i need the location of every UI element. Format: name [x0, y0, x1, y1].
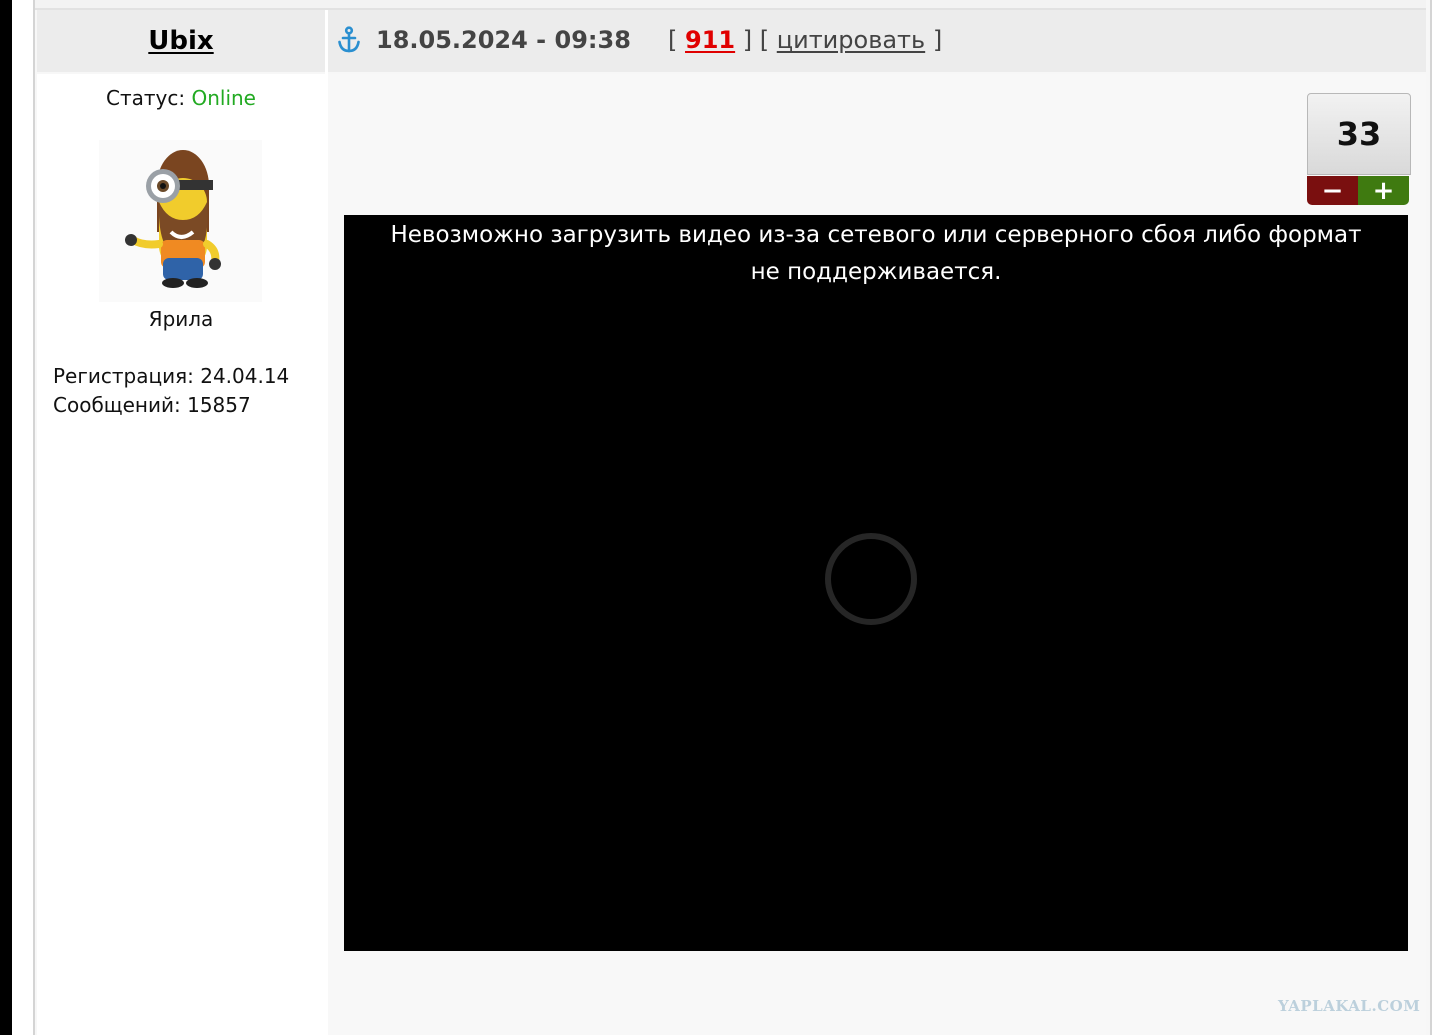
post-number-link[interactable]: 911	[685, 26, 735, 54]
post-date: 18.05.2024 - 09:38	[376, 26, 631, 54]
post-actions: [ 911 ] [ цитировать ]	[668, 26, 942, 54]
post-header-author: Ubix	[37, 10, 325, 72]
site-watermark: YAPLAKAL.COM	[1278, 997, 1421, 1015]
messages-label: Сообщений:	[53, 393, 181, 417]
registration-value: 24.04.14	[200, 364, 290, 388]
column-divider	[325, 10, 328, 1035]
username-link[interactable]: Ubix	[148, 26, 213, 56]
minion-avatar	[125, 150, 221, 288]
registration-label: Регистрация:	[53, 364, 194, 388]
status-label: Статус:	[106, 86, 186, 110]
vote-minus-button[interactable]: −	[1307, 176, 1358, 205]
rating-value: 33	[1307, 93, 1411, 175]
registration-line: Регистрация: 24.04.14	[53, 364, 289, 388]
video-error-message: Невозможно загрузить видео из-за сетевог…	[390, 222, 1362, 285]
avatar[interactable]	[99, 140, 262, 302]
status-value: Online	[191, 86, 256, 110]
quote-link[interactable]: цитировать	[777, 26, 925, 54]
bracket-close: ]	[932, 26, 943, 54]
user-status: Статус: Online	[37, 86, 325, 110]
messages-line: Сообщений: 15857	[53, 393, 251, 417]
top-strip	[35, 0, 1426, 10]
video-player[interactable]: Невозможно загрузить видео из-за сетевог…	[344, 215, 1408, 951]
loading-spinner-icon	[825, 533, 917, 625]
bracket-open: [	[668, 26, 678, 54]
user-rank: Ярила	[148, 307, 214, 331]
messages-value: 15857	[187, 393, 251, 417]
vote-plus-button[interactable]: +	[1358, 176, 1409, 205]
screen-edge	[0, 0, 12, 1035]
anchor-icon[interactable]	[337, 26, 361, 54]
bracket-mid: ] [	[742, 26, 770, 54]
